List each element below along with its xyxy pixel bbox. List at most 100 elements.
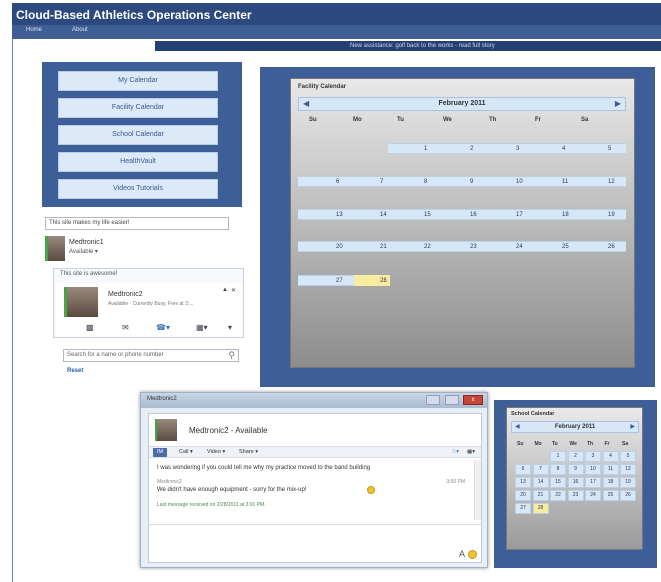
- calendar-day[interactable]: 24: [585, 490, 601, 501]
- news-ticker[interactable]: New assistance: golf back to the works -…: [155, 41, 661, 51]
- calendar-day[interactable]: 18: [602, 477, 619, 488]
- calendar-day[interactable]: 3: [516, 146, 519, 152]
- calendar-day[interactable]: 14: [380, 212, 387, 218]
- calendar-day[interactable]: 28: [532, 503, 549, 514]
- toolbar-call[interactable]: Call ▾: [179, 449, 193, 455]
- calendar-day[interactable]: 22: [424, 244, 431, 250]
- next-month-icon[interactable]: ▶: [615, 99, 621, 108]
- nav-tab-about[interactable]: About: [72, 27, 88, 37]
- more-options-icon[interactable]: ▦▾: [467, 449, 475, 455]
- calendar-day[interactable]: 27: [515, 503, 531, 514]
- calendar-day[interactable]: 2: [470, 146, 473, 152]
- calendar-day[interactable]: 8: [550, 464, 566, 475]
- calendar-day[interactable]: 7: [532, 464, 549, 475]
- avatar[interactable]: [45, 236, 65, 261]
- chat-contact-status: Medtronic2 - Available: [189, 426, 268, 435]
- calendar-day[interactable]: 26: [608, 244, 615, 250]
- day-of-week-label: Tu: [552, 441, 558, 447]
- toolbar-share[interactable]: Share ▾: [239, 449, 258, 455]
- minimize-button[interactable]: [426, 395, 441, 405]
- conversation-scrollbar[interactable]: [474, 460, 481, 520]
- chat-contact-avatar[interactable]: [155, 419, 177, 441]
- calendar-day[interactable]: 11: [562, 179, 568, 185]
- facility-calendar-title: Facility Calendar: [298, 84, 347, 90]
- calendar-day[interactable]: 25: [602, 490, 619, 501]
- calendar-day[interactable]: 15: [550, 477, 566, 488]
- calendar-day[interactable]: 4: [602, 451, 619, 462]
- calendar-day[interactable]: 17: [516, 212, 523, 218]
- calendar-day[interactable]: 23: [470, 244, 477, 250]
- facility-calendar-header: ◀ February 2011 ▶: [298, 97, 626, 111]
- calendar-day[interactable]: 27: [336, 278, 343, 284]
- calendar-day[interactable]: 12: [620, 464, 636, 475]
- calendar-day[interactable]: 19: [620, 477, 636, 488]
- calendar-day[interactable]: 11: [602, 464, 619, 475]
- calendar-day[interactable]: 5: [608, 146, 611, 152]
- calendar-day[interactable]: 18: [562, 212, 569, 218]
- people-options-icon[interactable]: ☃▾: [451, 449, 459, 455]
- close-icon[interactable]: ✕: [231, 287, 236, 294]
- menu-button-school-calendar[interactable]: School Calendar: [58, 125, 218, 145]
- calendar-day[interactable]: 4: [562, 146, 565, 152]
- calendar-day[interactable]: 3: [585, 451, 601, 462]
- calendar-day[interactable]: 2: [567, 451, 584, 462]
- calendar-day[interactable]: 8: [424, 179, 427, 185]
- calendar-day[interactable]: 20: [336, 244, 343, 250]
- contact-avatar[interactable]: [64, 287, 98, 317]
- calendar-day[interactable]: 28: [380, 278, 387, 284]
- font-icon[interactable]: A: [459, 549, 465, 559]
- next-month-icon[interactable]: ▶: [630, 423, 635, 430]
- calendar-day[interactable]: 25: [562, 244, 569, 250]
- calendar-day[interactable]: 17: [585, 477, 601, 488]
- calendar-day[interactable]: 24: [516, 244, 523, 250]
- calendar-day[interactable]: 5: [620, 451, 636, 462]
- calendar-day[interactable]: 19: [608, 212, 615, 218]
- calendar-day[interactable]: 22: [550, 490, 566, 501]
- calendar-day[interactable]: 16: [470, 212, 477, 218]
- calendar-day[interactable]: 20: [515, 490, 531, 501]
- calendar-day[interactable]: 13: [515, 477, 531, 488]
- calendar-day[interactable]: 16: [567, 477, 584, 488]
- menu-button-facility-calendar[interactable]: Facility Calendar: [58, 98, 218, 118]
- calendar-day[interactable]: 21: [380, 244, 387, 250]
- maximize-button[interactable]: [444, 395, 459, 405]
- more-options-icon[interactable]: ▾: [228, 323, 232, 332]
- reset-link[interactable]: Reset: [67, 368, 83, 374]
- calendar-day[interactable]: 10: [516, 179, 523, 185]
- im-icon[interactable]: ▩: [86, 323, 94, 332]
- calendar-day[interactable]: 13: [336, 212, 343, 218]
- contact-search-input[interactable]: Search for a name or phone number ⚲: [63, 349, 239, 362]
- calendar-day[interactable]: 1: [550, 451, 566, 462]
- calendar-day[interactable]: 12: [608, 179, 615, 185]
- calendar-day[interactable]: 7: [380, 179, 383, 185]
- calendar-day[interactable]: 9: [470, 179, 473, 185]
- calendar-day[interactable]: 10: [585, 464, 601, 475]
- status-message-input[interactable]: This site makes my life easier!: [45, 217, 229, 230]
- toolbar-video[interactable]: Video ▾: [207, 449, 225, 455]
- calendar-day[interactable]: 15: [424, 212, 431, 218]
- nav-tab-home[interactable]: Home: [26, 27, 42, 37]
- toolbar-im[interactable]: IM: [153, 448, 168, 457]
- calendar-day[interactable]: 21: [532, 490, 549, 501]
- close-button[interactable]: x: [463, 395, 483, 405]
- call-icon[interactable]: ☎▾: [156, 323, 170, 332]
- calendar-day[interactable]: 9: [567, 464, 584, 475]
- calendar-day[interactable]: 6: [336, 179, 339, 185]
- menu-button-healthvault[interactable]: HealthVault: [58, 152, 218, 172]
- calendar-icon[interactable]: ▦▾: [196, 323, 208, 332]
- calendar-day[interactable]: 6: [515, 464, 531, 475]
- calendar-day[interactable]: 26: [620, 490, 636, 501]
- calendar-day[interactable]: 23: [567, 490, 584, 501]
- menu-button-videos-tutorials[interactable]: Videos Tutorials: [58, 179, 218, 199]
- search-icon[interactable]: ⚲: [228, 350, 235, 361]
- emoticon-picker-icon[interactable]: [468, 550, 477, 559]
- calendar-day[interactable]: 1: [424, 146, 427, 152]
- calendar-day[interactable]: 14: [532, 477, 549, 488]
- calendar-week-row: 20 21 22 23 24 25 26: [298, 241, 626, 252]
- pin-icon[interactable]: ▲: [222, 287, 228, 293]
- presence-status-dropdown[interactable]: Available ▾: [69, 248, 98, 255]
- menu-button-my-calendar[interactable]: My Calendar: [58, 71, 218, 91]
- message-compose-input[interactable]: A: [149, 524, 481, 564]
- email-icon[interactable]: ✉: [122, 323, 129, 332]
- school-calendar-frame: School Calendar ◀ February 2011 ▶ Su Mo Tu…: [494, 400, 657, 568]
